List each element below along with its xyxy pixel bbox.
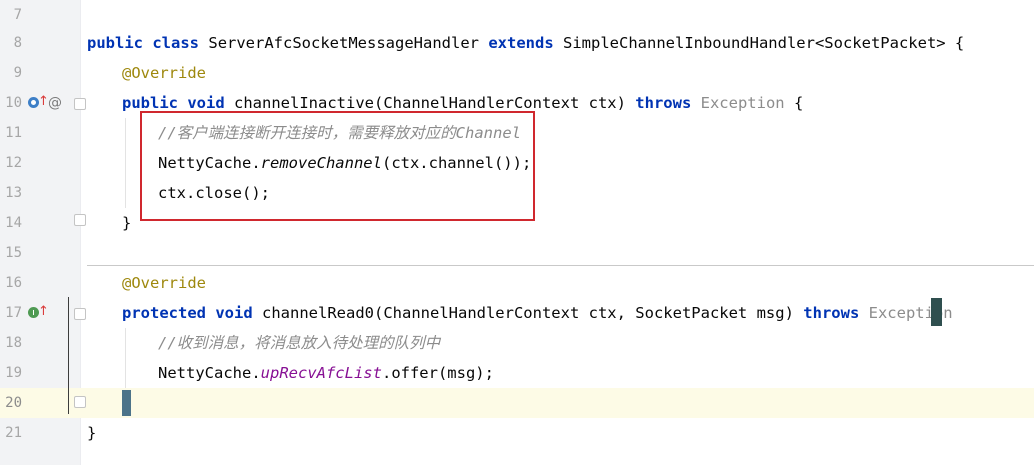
keyword: void <box>187 94 225 112</box>
line-number: 20 <box>5 395 22 411</box>
code-text[interactable]: @Override <box>122 268 206 298</box>
line-number: 8 <box>13 35 22 51</box>
code-line[interactable]: 9 @Override <box>0 58 1034 88</box>
code-text[interactable]: protected void channelRead0(ChannelHandl… <box>122 298 953 328</box>
brace: } <box>87 424 97 442</box>
keyword: public <box>122 94 178 112</box>
keyword: extends <box>488 34 554 52</box>
code-text[interactable]: @Override <box>122 58 206 88</box>
text-caret <box>122 390 131 416</box>
indent-guide <box>125 328 126 388</box>
indent-guide <box>125 118 126 208</box>
code-line[interactable]: 7 <box>0 0 1034 30</box>
code-line[interactable]: 15 <box>0 238 1034 268</box>
class-name: ServerAfcSocketMessageHandler <box>208 34 479 52</box>
fold-toggle-icon[interactable] <box>74 214 86 226</box>
method-signature: channelRead0(ChannelHandlerContext ctx, … <box>262 304 794 322</box>
line-number: 21 <box>5 425 22 441</box>
line-number: 7 <box>13 7 22 23</box>
method-signature: channelInactive(ChannelHandlerContext ct… <box>234 94 626 112</box>
line-number: 16 <box>5 275 22 291</box>
keyword: public <box>87 34 143 52</box>
annotation: @Override <box>122 274 206 292</box>
comment: //收到消息，将消息放入待处理的队列中 <box>158 334 441 352</box>
code-editor[interactable]: 7 8 public class ServerAfcSocketMessageH… <box>0 0 1034 465</box>
code-line[interactable]: 19 NettyCache.upRecvAfcList.offer(msg); <box>0 358 1034 388</box>
superclass: SimpleChannelInboundHandler<SocketPacket… <box>563 34 965 52</box>
line-number: 15 <box>5 245 22 261</box>
code-line[interactable]: 17 ↑ protected void channelRead0(Channel… <box>0 298 1034 328</box>
code-line[interactable]: 16 @Override <box>0 268 1034 298</box>
scope-indicator <box>68 297 69 414</box>
line-number: 19 <box>5 365 22 381</box>
class-ref: NettyCache. <box>158 364 261 382</box>
brace: { <box>793 94 804 112</box>
keyword: throws <box>803 304 860 322</box>
arrow-up-icon: ↑ <box>38 94 49 109</box>
fold-toggle-icon[interactable] <box>74 396 86 408</box>
line-number: 18 <box>5 335 22 351</box>
code-text[interactable]: NettyCache.upRecvAfcList.offer(msg); <box>158 358 494 388</box>
exception-type: Exception <box>700 94 785 112</box>
code-line[interactable]: 21 } <box>0 418 1034 448</box>
keyword: protected <box>122 304 206 322</box>
annotation: @Override <box>122 64 206 82</box>
code-line[interactable]: 18 //收到消息，将消息放入待处理的队列中 <box>0 328 1034 358</box>
brace: } <box>122 214 132 232</box>
method-separator <box>87 265 1034 266</box>
line-number: 11 <box>5 125 22 141</box>
code-text[interactable]: public class ServerAfcSocketMessageHandl… <box>87 28 964 58</box>
code-line[interactable]: 8 public class ServerAfcSocketMessageHan… <box>0 28 1034 58</box>
fold-toggle-icon[interactable] <box>74 308 86 320</box>
fold-toggle-icon[interactable] <box>74 98 86 110</box>
brace-match-marker <box>931 298 942 326</box>
code-text[interactable]: } <box>122 208 131 238</box>
code-text[interactable]: } <box>87 418 96 448</box>
line-number: 17 <box>5 305 22 321</box>
line-number: 14 <box>5 215 22 231</box>
keyword: class <box>152 34 200 52</box>
line-number: 10 <box>5 95 22 111</box>
line-number: 9 <box>13 65 22 81</box>
method-call: .offer(msg); <box>381 364 494 382</box>
keyword: throws <box>635 94 692 112</box>
keyword: void <box>215 304 253 322</box>
code-text[interactable]: //收到消息，将消息放入待处理的队列中 <box>158 328 440 358</box>
highlight-box <box>140 111 535 221</box>
line-number: 12 <box>5 155 22 171</box>
code-line-current[interactable]: 20 <box>0 388 1034 418</box>
arrow-up-icon: ↑ <box>38 304 49 319</box>
annotation-gutter-icon[interactable]: @ <box>48 88 62 118</box>
line-number: 13 <box>5 185 22 201</box>
static-field: upRecvAfcList <box>260 364 382 382</box>
